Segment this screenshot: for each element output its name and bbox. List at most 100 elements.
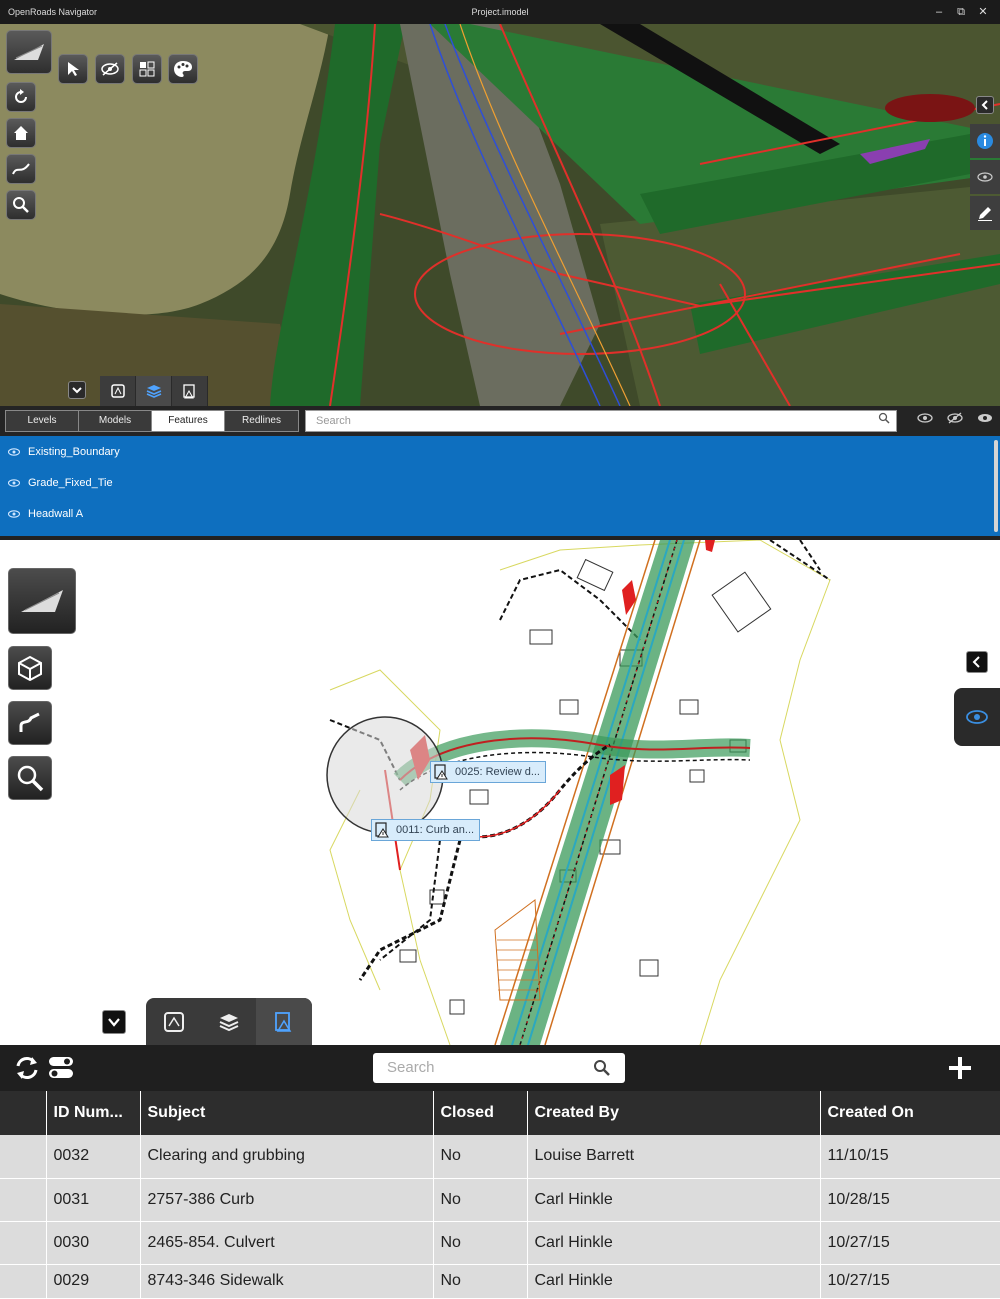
table-row[interactable]: 0032 Clearing and grubbing No Louise Bar… — [0, 1135, 1000, 1179]
cell-id: 0030 — [46, 1221, 141, 1265]
column-header-created-on[interactable]: Created On — [820, 1091, 1000, 1135]
row-selector[interactable] — [0, 1221, 47, 1265]
invert-visibility-icon[interactable] — [976, 412, 994, 424]
collapse-panel-button[interactable] — [68, 381, 86, 399]
cursor-icon — [68, 62, 79, 76]
list-item[interactable]: Headwall A — [0, 498, 1000, 529]
tab-views[interactable] — [100, 376, 136, 406]
issue-marker-icon — [375, 822, 389, 838]
hide-all-icon[interactable] — [946, 412, 964, 424]
issue-marker-icon — [434, 764, 448, 780]
tab-redlines[interactable]: Redlines — [225, 411, 298, 431]
scrollbar[interactable] — [994, 440, 998, 532]
cell-created-by: Carl Hinkle — [527, 1178, 821, 1222]
row-selector-header — [0, 1091, 47, 1135]
table-header-row: ID Num... Subject Closed Created By Crea… — [0, 1091, 1000, 1135]
house-icon — [14, 126, 28, 140]
issue-callout[interactable]: 0011: Curb an... — [371, 819, 481, 841]
column-header-id[interactable]: ID Num... — [46, 1091, 141, 1135]
cell-created-on: 10/27/15 — [820, 1221, 1000, 1265]
column-header-created-by[interactable]: Created By — [527, 1091, 821, 1135]
markup-tab[interactable] — [970, 196, 1000, 230]
hide-tool-button[interactable] — [95, 54, 125, 84]
rotate-tool-button[interactable] — [6, 82, 36, 112]
list-item[interactable]: Grade_Fixed_Tie — [0, 467, 1000, 498]
view-layout-button[interactable] — [132, 54, 162, 84]
select-tool-button[interactable] — [58, 54, 88, 84]
road-icon — [21, 590, 63, 612]
zoom-tool-button[interactable] — [8, 756, 52, 800]
eye-icon[interactable] — [8, 447, 20, 456]
display-style-button[interactable] — [168, 54, 198, 84]
info-tab[interactable] — [970, 124, 1000, 158]
close-button[interactable]: ✕ — [972, 3, 994, 21]
views-icon — [110, 384, 125, 398]
row-selector[interactable] — [0, 1135, 47, 1179]
callout-label: 0025: Review d... — [455, 766, 540, 778]
column-header-closed[interactable]: Closed — [433, 1091, 528, 1135]
eye-slash-icon — [101, 62, 119, 76]
row-selector[interactable] — [0, 1264, 47, 1299]
add-issue-icon[interactable] — [948, 1056, 972, 1080]
minimize-button[interactable]: – — [928, 3, 950, 21]
eye-icon[interactable] — [8, 509, 20, 518]
tab-layers[interactable] — [136, 376, 172, 406]
table-row[interactable]: 0030 2465-854. Culvert No Carl Hinkle 10… — [0, 1221, 1000, 1265]
collapse-right-panel-button[interactable] — [976, 96, 994, 114]
cell-id: 0031 — [46, 1178, 141, 1222]
cell-created-by: Louise Barrett — [527, 1135, 821, 1179]
table-row[interactable]: 0031 2757-386 Curb No Carl Hinkle 10/28/… — [0, 1178, 1000, 1222]
cell-id: 0029 — [46, 1264, 141, 1299]
issue-callout[interactable]: 0025: Review d... — [430, 761, 546, 783]
search-icon — [594, 1060, 610, 1076]
cell-created-on: 10/27/15 — [820, 1264, 1000, 1299]
visibility-tab[interactable] — [954, 688, 1000, 746]
3d-view[interactable] — [0, 24, 1000, 406]
visibility-tools — [916, 412, 994, 424]
walk-tool-button[interactable] — [8, 701, 52, 745]
tab-features[interactable]: Features — [152, 411, 225, 431]
fit-view-button[interactable] — [6, 118, 36, 148]
cell-created-on: 10/28/15 — [820, 1178, 1000, 1222]
path-icon — [12, 163, 30, 175]
cell-closed: No — [433, 1135, 528, 1179]
feature-search-input[interactable]: Search — [305, 410, 897, 432]
2d-plan-view[interactable]: 0025: Review d... 0011: Curb an... — [0, 540, 1000, 1045]
tab-levels[interactable]: Levels — [6, 411, 79, 431]
window-controls: – ⧉ ✕ — [928, 3, 994, 21]
feature-search-placeholder: Search — [316, 415, 351, 427]
collapse-right-panel-button[interactable] — [966, 651, 988, 673]
feature-label: Grade_Fixed_Tie — [28, 476, 113, 489]
walk-tool-button[interactable] — [6, 154, 36, 184]
filter-toggle-icon[interactable] — [48, 1056, 74, 1080]
column-header-subject[interactable]: Subject — [140, 1091, 434, 1135]
zoom-tool-button[interactable] — [6, 190, 36, 220]
refresh-icon[interactable] — [14, 1056, 40, 1080]
show-all-icon[interactable] — [916, 412, 934, 424]
list-item[interactable]: Existing_Boundary — [0, 436, 1000, 467]
tab-views[interactable] — [146, 998, 201, 1045]
restore-button[interactable]: ⧉ — [950, 3, 972, 21]
3d-view-button[interactable] — [8, 646, 52, 690]
collapse-panel-button[interactable] — [102, 1010, 126, 1034]
tab-models[interactable]: Models — [79, 411, 152, 431]
tab-issues[interactable] — [172, 376, 208, 406]
chevron-left-icon — [972, 656, 980, 668]
table-row[interactable]: 0029 8743-346 Sidewalk No Carl Hinkle 10… — [0, 1264, 1000, 1299]
cell-created-on: 11/10/15 — [820, 1135, 1000, 1179]
issues-search-input[interactable]: Search — [373, 1053, 625, 1083]
search-icon — [878, 412, 890, 424]
rotate-icon — [15, 89, 27, 103]
panel-tab-bar — [146, 998, 312, 1045]
tab-layers[interactable] — [201, 998, 256, 1045]
visibility-tab[interactable] — [970, 160, 1000, 194]
tab-issues[interactable] — [256, 998, 312, 1045]
eye-icon[interactable] — [8, 478, 20, 487]
cell-subject: 2757-386 Curb — [140, 1178, 434, 1222]
layers-icon — [146, 385, 161, 398]
row-selector[interactable] — [0, 1178, 47, 1222]
issues-search-placeholder: Search — [387, 1059, 435, 1076]
feature-label: Headwall A — [28, 507, 84, 520]
home-view-button[interactable] — [6, 30, 52, 74]
home-view-button[interactable] — [8, 568, 76, 634]
